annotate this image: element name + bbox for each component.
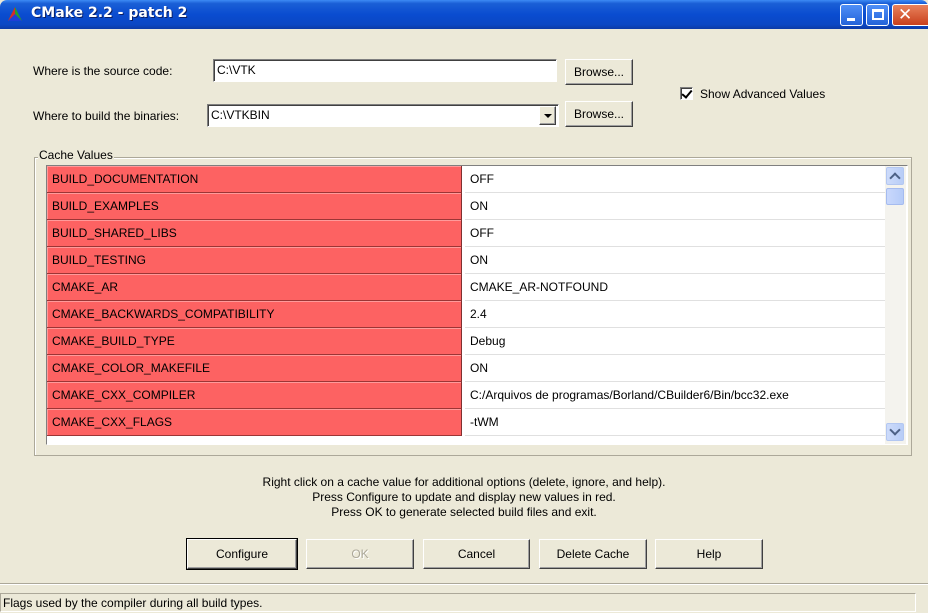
cache-name[interactable]: CMAKE_COLOR_MAKEFILE <box>47 355 462 382</box>
cache-name[interactable]: CMAKE_CXX_COMPILER <box>47 382 462 409</box>
help-line-3: Press OK to generate selected build file… <box>331 505 597 519</box>
scroll-down-icon[interactable] <box>886 423 904 441</box>
cache-row[interactable]: CMAKE_BUILD_TYPE Debug <box>47 328 885 355</box>
title-bar[interactable]: CMake 2.2 - patch 2 ✕ <box>0 0 928 29</box>
minimize-icon <box>847 18 855 21</box>
status-bar: Flags used by the compiler during all bu… <box>0 583 928 613</box>
cache-name[interactable]: CMAKE_AR <box>47 274 462 301</box>
cache-value[interactable]: ON <box>465 355 885 382</box>
help-line-2: Press Configure to update and display ne… <box>312 490 616 504</box>
cache-name[interactable]: CMAKE_CXX_FLAGS <box>47 409 462 436</box>
scroll-thumb[interactable] <box>886 188 904 205</box>
scroll-up-icon[interactable] <box>886 167 904 185</box>
cache-values-grid: BUILD_DOCUMENTATION OFF BUILD_EXAMPLES O… <box>46 165 908 445</box>
cache-row[interactable]: CMAKE_AR CMAKE_AR-NOTFOUND <box>47 274 885 301</box>
cache-value[interactable]: 2.4 <box>465 301 885 328</box>
cache-row[interactable]: BUILD_TESTING ON <box>47 247 885 274</box>
show-advanced-label[interactable]: Show Advanced Values <box>700 87 825 101</box>
cache-value[interactable]: CMAKE_AR-NOTFOUND <box>465 274 885 301</box>
cache-row[interactable]: CMAKE_CXX_COMPILER C:/Arquivos de progra… <box>47 382 885 409</box>
cache-rows: BUILD_DOCUMENTATION OFF BUILD_EXAMPLES O… <box>47 166 885 436</box>
cache-name[interactable]: BUILD_SHARED_LIBS <box>47 220 462 247</box>
cmake-window: CMake 2.2 - patch 2 ✕ Where is the sourc… <box>0 0 928 613</box>
source-label: Where is the source code: <box>33 64 173 78</box>
cache-name[interactable]: BUILD_TESTING <box>47 247 462 274</box>
configure-button[interactable]: Configure <box>186 538 298 570</box>
cache-name[interactable]: CMAKE_BUILD_TYPE <box>47 328 462 355</box>
cmake-triangle-icon <box>8 7 22 21</box>
help-text: Right click on a cache value for additio… <box>0 475 928 520</box>
chevron-down-icon[interactable] <box>539 106 556 125</box>
help-button[interactable]: Help <box>655 539 763 569</box>
cache-row[interactable]: CMAKE_CXX_FLAGS -tWM <box>47 409 885 436</box>
cache-value[interactable]: OFF <box>465 220 885 247</box>
cache-value[interactable]: ON <box>465 193 885 220</box>
show-advanced-checkbox[interactable] <box>680 87 693 100</box>
cache-value[interactable]: ON <box>465 247 885 274</box>
maximize-icon <box>872 9 884 20</box>
vertical-scrollbar[interactable] <box>885 166 906 444</box>
help-line-1: Right click on a cache value for additio… <box>262 475 666 489</box>
delete-cache-button[interactable]: Delete Cache <box>539 539 647 569</box>
status-text: Flags used by the compiler during all bu… <box>0 593 916 612</box>
cache-row[interactable]: BUILD_EXAMPLES ON <box>47 193 885 220</box>
cache-value[interactable]: Debug <box>465 328 885 355</box>
cancel-button[interactable]: Cancel <box>423 539 530 569</box>
cache-row[interactable]: BUILD_SHARED_LIBS OFF <box>47 220 885 247</box>
cache-name[interactable]: BUILD_EXAMPLES <box>47 193 462 220</box>
cache-value[interactable]: -tWM <box>465 409 885 436</box>
window-title: CMake 2.2 - patch 2 <box>31 5 188 21</box>
minimize-button[interactable] <box>840 4 863 26</box>
cache-row[interactable]: BUILD_DOCUMENTATION OFF <box>47 166 885 193</box>
cache-values-title: Cache Values <box>38 148 114 162</box>
cache-value[interactable]: C:/Arquivos de programas/Borland/CBuilde… <box>465 382 885 409</box>
close-button[interactable]: ✕ <box>892 4 928 26</box>
build-path-combo[interactable]: C:\VTKBIN <box>207 104 559 127</box>
close-icon: ✕ <box>898 5 913 25</box>
cache-name[interactable]: BUILD_DOCUMENTATION <box>47 166 462 193</box>
cache-value[interactable]: OFF <box>465 166 885 193</box>
cache-row[interactable]: CMAKE_BACKWARDS_COMPATIBILITY 2.4 <box>47 301 885 328</box>
source-path-input[interactable]: C:\VTK <box>213 59 557 82</box>
ok-button[interactable]: OK <box>306 539 414 569</box>
browse-build-button[interactable]: Browse... <box>565 101 633 127</box>
build-label: Where to build the binaries: <box>33 109 180 123</box>
cache-name[interactable]: CMAKE_BACKWARDS_COMPATIBILITY <box>47 301 462 328</box>
browse-source-button[interactable]: Browse... <box>565 59 633 85</box>
cache-row[interactable]: CMAKE_COLOR_MAKEFILE ON <box>47 355 885 382</box>
maximize-button[interactable] <box>866 4 889 26</box>
